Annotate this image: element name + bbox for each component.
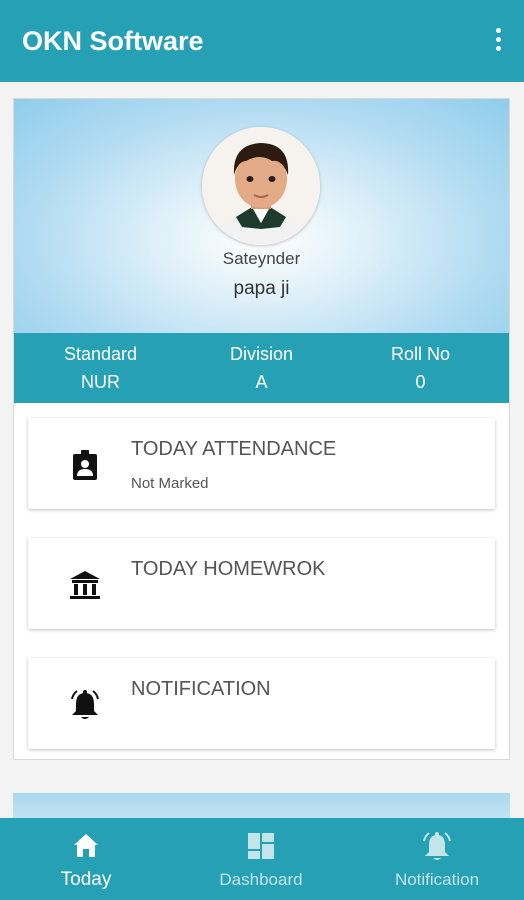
student-info-bar: Standard NUR Division A Roll No 0 <box>14 333 509 403</box>
attendance-card[interactable]: TODAY ATTENDANCE Not Marked <box>28 418 495 509</box>
notification-card[interactable]: NOTIFICATION <box>28 658 495 749</box>
id-badge-icon <box>68 448 102 482</box>
nav-label: Today <box>60 869 112 890</box>
info-value: NUR <box>81 372 120 392</box>
dashboard-icon <box>245 830 277 862</box>
bell-icon <box>421 830 453 862</box>
item-title: TODAY ATTENDANCE <box>131 438 337 460</box>
home-icon <box>70 830 102 862</box>
nav-label: Notification <box>394 870 480 889</box>
info-value: A <box>255 372 268 392</box>
homework-card[interactable]: TODAY HOMEWROK <box>28 538 495 629</box>
info-label: Roll No <box>390 344 451 364</box>
info-value: 0 <box>415 372 426 392</box>
nav-label: Dashboard <box>219 870 303 889</box>
student-name: Sateynder <box>222 249 301 268</box>
institution-icon <box>68 568 102 602</box>
nav-dashboard[interactable]: Dashboard <box>176 818 346 900</box>
profile-card: Sateynder papa ji Standard NUR Division … <box>13 98 510 760</box>
parent-name: papa ji <box>233 278 290 299</box>
app-title: OKN Software <box>22 26 204 56</box>
bottom-navigation: Today Dashboard Notification <box>0 818 524 900</box>
nav-today[interactable]: Today <box>0 818 172 900</box>
info-label: Division <box>229 344 294 364</box>
profile-header: Sateynder papa ji <box>14 99 509 333</box>
info-roll-no: Roll No 0 <box>338 344 503 393</box>
more-vert-icon[interactable] <box>494 28 502 54</box>
info-standard: Standard NUR <box>18 344 183 393</box>
avatar[interactable] <box>202 127 320 245</box>
bell-icon <box>68 688 102 722</box>
attendance-status: Not Marked <box>131 475 209 492</box>
main-content[interactable]: Sateynder papa ji Standard NUR Division … <box>0 82 524 833</box>
info-label: Standard <box>63 344 138 364</box>
item-title: NOTIFICATION <box>131 678 271 700</box>
item-title: TODAY HOMEWROK <box>131 558 326 580</box>
nav-notification[interactable]: Notification <box>350 818 524 900</box>
app-bar: OKN Software <box>0 0 524 82</box>
info-division: Division A <box>179 344 344 393</box>
